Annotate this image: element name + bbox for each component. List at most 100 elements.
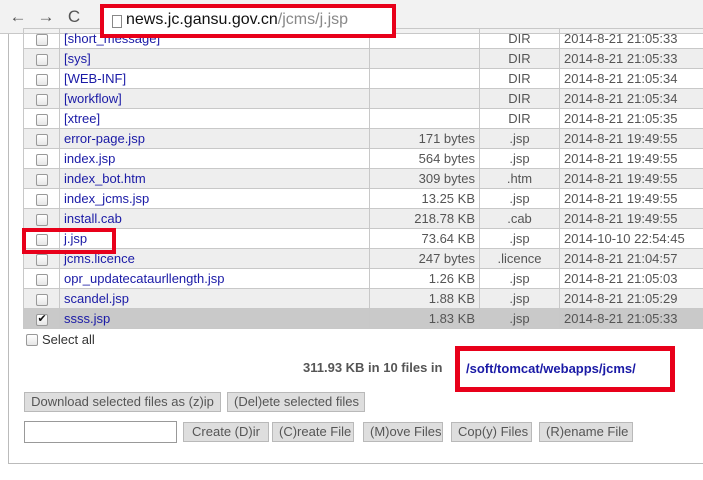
file-name-cell: error-page.jsp: [59, 128, 370, 149]
file-type: .jsp: [479, 128, 560, 149]
table-row[interactable]: index.jsp 564 bytes .jsp 2014-8-21 19:49:55: [23, 148, 703, 169]
file-size: 1.83 KB: [369, 308, 480, 329]
table-row[interactable]: jcms.licence 247 bytes .licence 2014-8-21 2…: [23, 248, 703, 269]
table-row[interactable]: j.jsp 73.64 KB .jsp 2014-10-10 22:54:45: [23, 228, 703, 249]
file-size: 309 bytes: [369, 168, 480, 189]
row-checkbox[interactable]: [35, 312, 48, 326]
row-checkbox[interactable]: [35, 53, 48, 66]
row-checkbox[interactable]: [35, 253, 48, 266]
file-table: [short_message] DIR 2014-8-21 21:05:33 [sys…: [23, 28, 703, 329]
file-date: 2014-8-21 21:05:33: [559, 308, 703, 329]
file-size: 171 bytes: [369, 128, 480, 149]
table-row[interactable]: ssss.jsp 1.83 KB.jsp2014-8-21 21:05:33: [23, 308, 703, 329]
table-row[interactable]: install.cab 218.78 KB .cab 2014-8-21 19:49:…: [23, 208, 703, 229]
file-size: 1.26 KB: [369, 268, 480, 289]
download-zip-button[interactable]: Download selected files as (z)ip: [24, 392, 221, 412]
file-type: .jsp: [479, 288, 560, 309]
file-type: DIR: [479, 68, 560, 89]
row-checkbox[interactable]: [35, 273, 48, 286]
file-size: 247 bytes: [369, 248, 480, 269]
table-row[interactable]: [xtree] DIR 2014-8-21 21:05:35: [23, 108, 703, 129]
row-checkbox[interactable]: [35, 153, 48, 166]
table-row[interactable]: opr_updatecataurllength.jsp 1.26 KB .jsp 20…: [23, 268, 703, 289]
copy-files-button[interactable]: Cop(y) Files: [451, 422, 532, 442]
row-checkbox[interactable]: [35, 213, 48, 226]
row-checkbox-cell: [23, 148, 60, 169]
file-link[interactable]: index_bot.htm: [64, 171, 146, 186]
table-row[interactable]: [workflow] DIR 2014-8-21 21:05:34: [23, 88, 703, 109]
filename-input[interactable]: [24, 421, 177, 443]
file-name-cell: install.cab: [59, 208, 370, 229]
select-all-label: Select all: [42, 332, 95, 347]
create-file-button[interactable]: (C)reate File: [272, 422, 354, 442]
reload-icon[interactable]: C: [64, 7, 84, 27]
table-row[interactable]: [sys] DIR 2014-8-21 21:05:33: [23, 48, 703, 69]
file-name-cell: [workflow]: [59, 88, 370, 109]
highlight-box-j-jsp: [22, 228, 116, 254]
row-checkbox-cell: [23, 108, 60, 129]
back-arrow-icon[interactable]: ←: [8, 7, 28, 27]
row-checkbox-cell: [23, 128, 60, 149]
row-checkbox-cell: [23, 168, 60, 189]
file-link[interactable]: [workflow]: [64, 91, 122, 106]
create-dir-button[interactable]: Create (D)ir: [183, 422, 269, 442]
file-size: 564 bytes: [369, 148, 480, 169]
file-date: 2014-8-21 21:05:35: [559, 108, 703, 129]
directory-summary: 311.93 KB in 10 files in: [303, 360, 443, 375]
highlight-box-path: /soft/tomcat/webapps/jcms/: [455, 346, 675, 392]
file-link[interactable]: ssss.jsp: [64, 311, 110, 326]
file-size: 13.25 KB: [369, 188, 480, 209]
file-type: DIR: [479, 48, 560, 69]
current-path-link[interactable]: /soft/tomcat/webapps/jcms/: [466, 361, 636, 376]
file-link[interactable]: [sys]: [64, 51, 91, 66]
table-row[interactable]: index_bot.htm 309 bytes .htm 2014-8-21 19:4…: [23, 168, 703, 189]
file-link[interactable]: scandel.jsp: [64, 291, 129, 306]
file-type: .jsp: [479, 268, 560, 289]
row-checkbox[interactable]: [35, 113, 48, 126]
file-link[interactable]: error-page.jsp: [64, 131, 145, 146]
row-checkbox-cell: [23, 28, 60, 49]
file-size: 218.78 KB: [369, 208, 480, 229]
file-size: [369, 68, 480, 89]
table-row[interactable]: index_jcms.jsp 13.25 KB .jsp 2014-8-21 19:4…: [23, 188, 703, 209]
file-type: .htm: [479, 168, 560, 189]
row-checkbox[interactable]: [35, 173, 48, 186]
file-link[interactable]: index.jsp: [64, 151, 115, 166]
row-checkbox[interactable]: [35, 73, 48, 86]
row-checkbox-cell: [23, 208, 60, 229]
file-date: 2014-8-21 19:49:55: [559, 148, 703, 169]
file-date: 2014-8-21 19:49:55: [559, 188, 703, 209]
select-all[interactable]: Select all: [26, 332, 95, 347]
row-checkbox[interactable]: [35, 293, 48, 306]
file-link[interactable]: index_jcms.jsp: [64, 191, 149, 206]
file-date: 2014-10-10 22:54:45: [559, 228, 703, 249]
file-name-cell: index_jcms.jsp: [59, 188, 370, 209]
row-checkbox[interactable]: [35, 193, 48, 206]
move-files-button[interactable]: (M)ove Files: [363, 422, 443, 442]
rename-file-button[interactable]: (R)ename File: [539, 422, 633, 442]
file-link[interactable]: [WEB-INF]: [64, 71, 126, 86]
page-icon: [112, 15, 122, 28]
row-checkbox[interactable]: [35, 93, 48, 106]
file-date: 2014-8-21 19:49:55: [559, 208, 703, 229]
row-checkbox[interactable]: [35, 33, 48, 46]
file-link[interactable]: [xtree]: [64, 111, 100, 126]
forward-arrow-icon[interactable]: →: [36, 7, 56, 27]
table-row[interactable]: scandel.jsp 1.88 KB .jsp 2014-8-21 21:05:29: [23, 288, 703, 309]
table-row[interactable]: [WEB-INF] DIR 2014-8-21 21:05:34: [23, 68, 703, 89]
address-bar[interactable]: news.jc.gansu.gov.cn/jcms/j.jsp: [100, 4, 396, 38]
url-path: /jcms/j.jsp: [277, 11, 349, 28]
row-checkbox[interactable]: [35, 133, 48, 146]
table-row[interactable]: error-page.jsp 171 bytes .jsp 2014-8-21 19:…: [23, 128, 703, 149]
file-date: 2014-8-21 21:05:34: [559, 88, 703, 109]
file-name-cell: [xtree]: [59, 108, 370, 129]
delete-selected-button[interactable]: (Del)ete selected files: [227, 392, 365, 412]
file-link[interactable]: install.cab: [64, 211, 122, 226]
select-all-checkbox[interactable]: [26, 333, 38, 346]
file-link[interactable]: opr_updatecataurllength.jsp: [64, 271, 224, 286]
row-checkbox-cell: [23, 188, 60, 209]
file-date: 2014-8-21 21:05:29: [559, 288, 703, 309]
frame-border: [8, 34, 9, 464]
file-name-cell: [WEB-INF]: [59, 68, 370, 89]
row-checkbox-cell: [23, 288, 60, 309]
